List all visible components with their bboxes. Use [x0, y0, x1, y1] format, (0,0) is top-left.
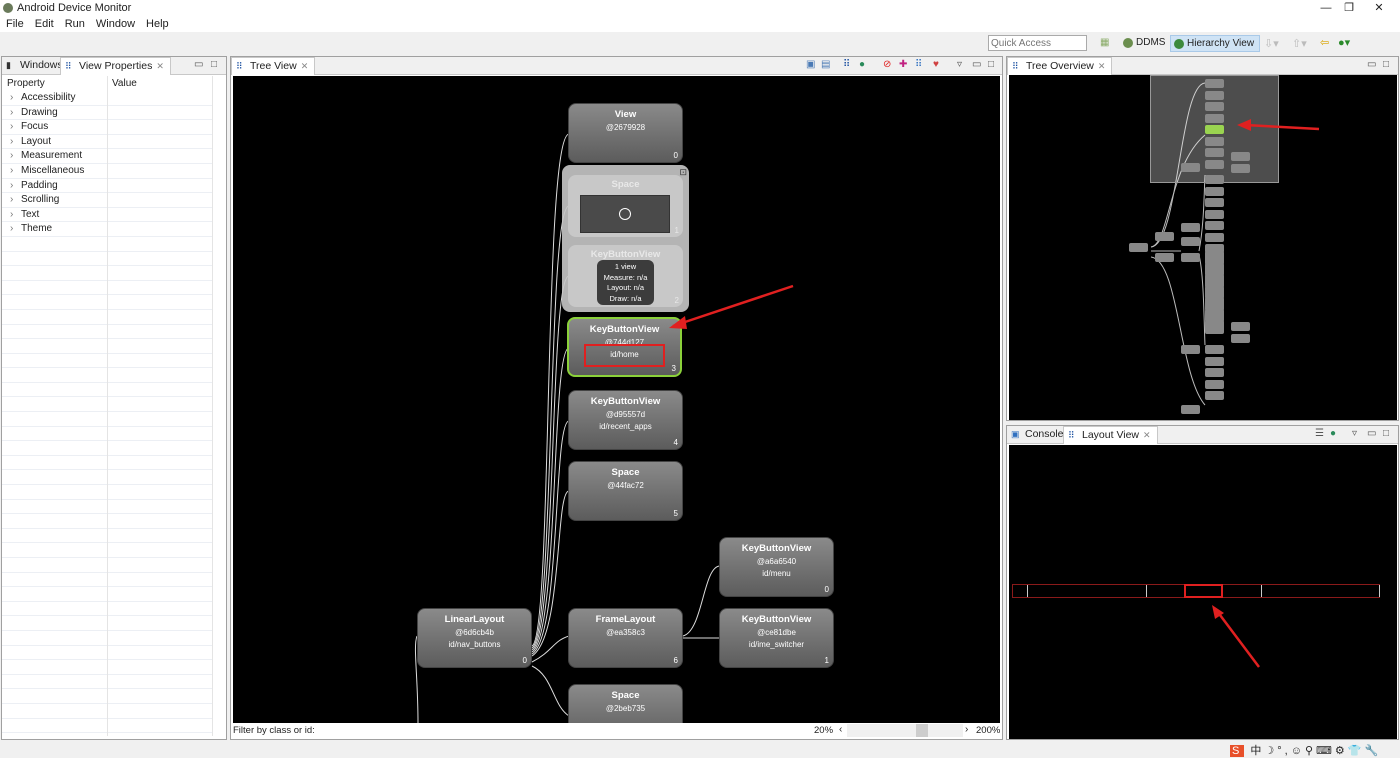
ddms-icon: [1123, 38, 1133, 48]
annotation-arrow: [1237, 119, 1320, 131]
tab-tree-overview[interactable]: ⠿ Tree Overview ✕: [1007, 57, 1113, 75]
zoom-slider[interactable]: [847, 724, 963, 737]
hierarchy-view-label: Hierarchy View: [1187, 38, 1255, 49]
app-icon: [3, 3, 13, 13]
menu-file[interactable]: File: [6, 18, 24, 30]
request-layout-icon[interactable]: ✚: [899, 59, 907, 70]
hierarchy-view-perspective-button[interactable]: Hierarchy View: [1170, 35, 1261, 52]
console-icon: ▣: [1011, 429, 1020, 439]
column-divider: [107, 76, 108, 736]
run-icon[interactable]: ●▾: [1338, 36, 1350, 49]
maximize-icon[interactable]: □: [1383, 59, 1389, 70]
tab-layout-view[interactable]: ⠿ Layout View ✕: [1063, 426, 1158, 444]
ddms-perspective-button[interactable]: DDMS: [1120, 35, 1169, 52]
close-tab-icon[interactable]: ✕: [1143, 430, 1151, 440]
zoom-min-label: 20%: [814, 725, 834, 736]
tab-label: Windows: [20, 59, 63, 71]
annotation-arrow: [669, 284, 794, 329]
back-icon[interactable]: ⇦: [1320, 36, 1329, 49]
tree-tabbar: ⠿ Tree View ✕ ▣ ▤ ⠿ ● ⊘ ✚ ⠿ ♥ ▿ ▭ □: [231, 57, 1002, 75]
annotation-arrow: [1212, 605, 1260, 668]
view-menu-icon[interactable]: ▿: [957, 59, 962, 70]
maximize-icon[interactable]: □: [211, 59, 217, 70]
refresh-icon[interactable]: ●: [859, 59, 865, 70]
tree-icon: ⠿: [236, 61, 243, 71]
minimize-icon[interactable]: ▭: [194, 59, 203, 70]
title-bar: Android Device Monitor — ❐ ✕: [0, 0, 1400, 16]
close-tab-icon[interactable]: ✕: [301, 61, 309, 71]
hierarchy-icon: [1174, 39, 1184, 49]
maximize-icon[interactable]: □: [1383, 428, 1389, 439]
tree-view-panel: ⠿ Tree View ✕ ▣ ▤ ⠿ ● ⊘ ✚ ⠿ ♥ ▿ ▭ □ View…: [230, 56, 1003, 740]
column-divider: [212, 76, 213, 736]
view-menu-icon[interactable]: ▿: [1352, 428, 1357, 439]
zoom-max-label: 200%: [976, 725, 1001, 736]
tab-label: View Properties: [79, 60, 153, 72]
toolbar: ▦ DDMS Hierarchy View ⇩▾ ⇧▾ ⇦ ●▾: [0, 32, 1400, 54]
column-value: Value: [112, 78, 137, 89]
layout-canvas[interactable]: [1009, 445, 1397, 739]
save-png-icon[interactable]: ▣: [806, 59, 815, 70]
minimize-icon[interactable]: ▭: [972, 59, 981, 70]
view-properties-panel: ▮ Windows ⠿ View Properties ✕ ▭ □ Property V…: [1, 56, 227, 740]
menu-bar: File Edit Run Window Help: [0, 16, 1400, 32]
window-title: Android Device Monitor: [17, 2, 132, 14]
layout-tabbar: ▣ Console ⠿ Layout View ✕ ☰ ● ▿ ▭ □: [1007, 426, 1398, 444]
refresh-icon[interactable]: ●: [1330, 428, 1336, 439]
load-hierarchy-icon[interactable]: ⠿: [843, 59, 850, 70]
menu-help[interactable]: Help: [146, 18, 169, 30]
ddms-label: DDMS: [1136, 37, 1166, 48]
tree-icon: ⠿: [65, 61, 72, 71]
filter-label: Filter by class or id:: [233, 725, 315, 736]
maximize-icon[interactable]: □: [988, 59, 994, 70]
tray-icons[interactable]: 中☽°,☺⚲⌨⚙👕🔧: [1250, 745, 1381, 757]
filter-input[interactable]: [318, 723, 808, 738]
tab-tree-view[interactable]: ⠿ Tree View ✕: [231, 57, 316, 75]
next-annotation-icon[interactable]: ⇩▾: [1264, 37, 1279, 50]
layout-view-panel: ▣ Console ⠿ Layout View ✕ ☰ ● ▿ ▭ □: [1006, 425, 1399, 740]
tree-icon: ⠿: [1012, 61, 1019, 71]
menu-edit[interactable]: Edit: [35, 18, 54, 30]
tab-label: Console: [1025, 428, 1064, 440]
close-button[interactable]: ✕: [1356, 0, 1400, 16]
close-tab-icon[interactable]: ✕: [156, 61, 164, 71]
open-perspective-icon[interactable]: ▦: [1100, 37, 1109, 48]
system-tray: S 中☽°,☺⚲⌨⚙👕🔧: [1230, 742, 1400, 758]
tab-console[interactable]: ▣ Console: [1007, 426, 1070, 444]
zoom-increase-icon[interactable]: ›: [965, 724, 968, 735]
quick-access-input[interactable]: [988, 35, 1087, 51]
tab-label: Tree View: [250, 60, 297, 72]
left-tabbar: ▮ Windows ⠿ View Properties ✕ ▭ □: [2, 57, 226, 75]
phone-icon: ▮: [6, 60, 11, 70]
tree-icon: ⠿: [1068, 430, 1075, 440]
profile-icon[interactable]: ♥: [933, 59, 939, 70]
overview-tabbar: ⠿ Tree Overview ✕ ▭ □: [1007, 57, 1398, 75]
minimize-icon[interactable]: ▭: [1367, 428, 1376, 439]
column-property: Property: [7, 78, 45, 89]
ime-icon[interactable]: S: [1230, 745, 1245, 757]
layers-icon[interactable]: ☰: [1315, 428, 1324, 439]
menu-run[interactable]: Run: [65, 18, 85, 30]
filter-bar: Filter by class or id: 20% ‹ › 200%: [231, 723, 1002, 739]
tab-windows[interactable]: ▮ Windows: [2, 57, 69, 75]
tree-canvas[interactable]: View @2679928 0 KeyButtonView @744d127 id/hom…: [233, 76, 1000, 723]
tab-view-properties[interactable]: ⠿ View Properties ✕: [60, 57, 171, 75]
prev-annotation-icon[interactable]: ⇧▾: [1292, 37, 1307, 50]
capture-layers-icon[interactable]: ▤: [821, 59, 830, 70]
dump-icon[interactable]: ⠿: [915, 59, 922, 70]
menu-window[interactable]: Window: [96, 18, 135, 30]
minimize-icon[interactable]: ▭: [1367, 59, 1376, 70]
zoom-decrease-icon[interactable]: ‹: [839, 724, 842, 735]
invalidate-icon[interactable]: ⊘: [883, 59, 891, 70]
tab-label: Tree Overview: [1026, 60, 1094, 72]
overview-canvas[interactable]: [1009, 75, 1397, 420]
tree-overview-panel: ⠿ Tree Overview ✕ ▭ □: [1006, 56, 1399, 421]
close-tab-icon[interactable]: ✕: [1098, 61, 1106, 71]
zoom-slider-thumb[interactable]: [915, 724, 928, 737]
tab-label: Layout View: [1082, 429, 1140, 441]
